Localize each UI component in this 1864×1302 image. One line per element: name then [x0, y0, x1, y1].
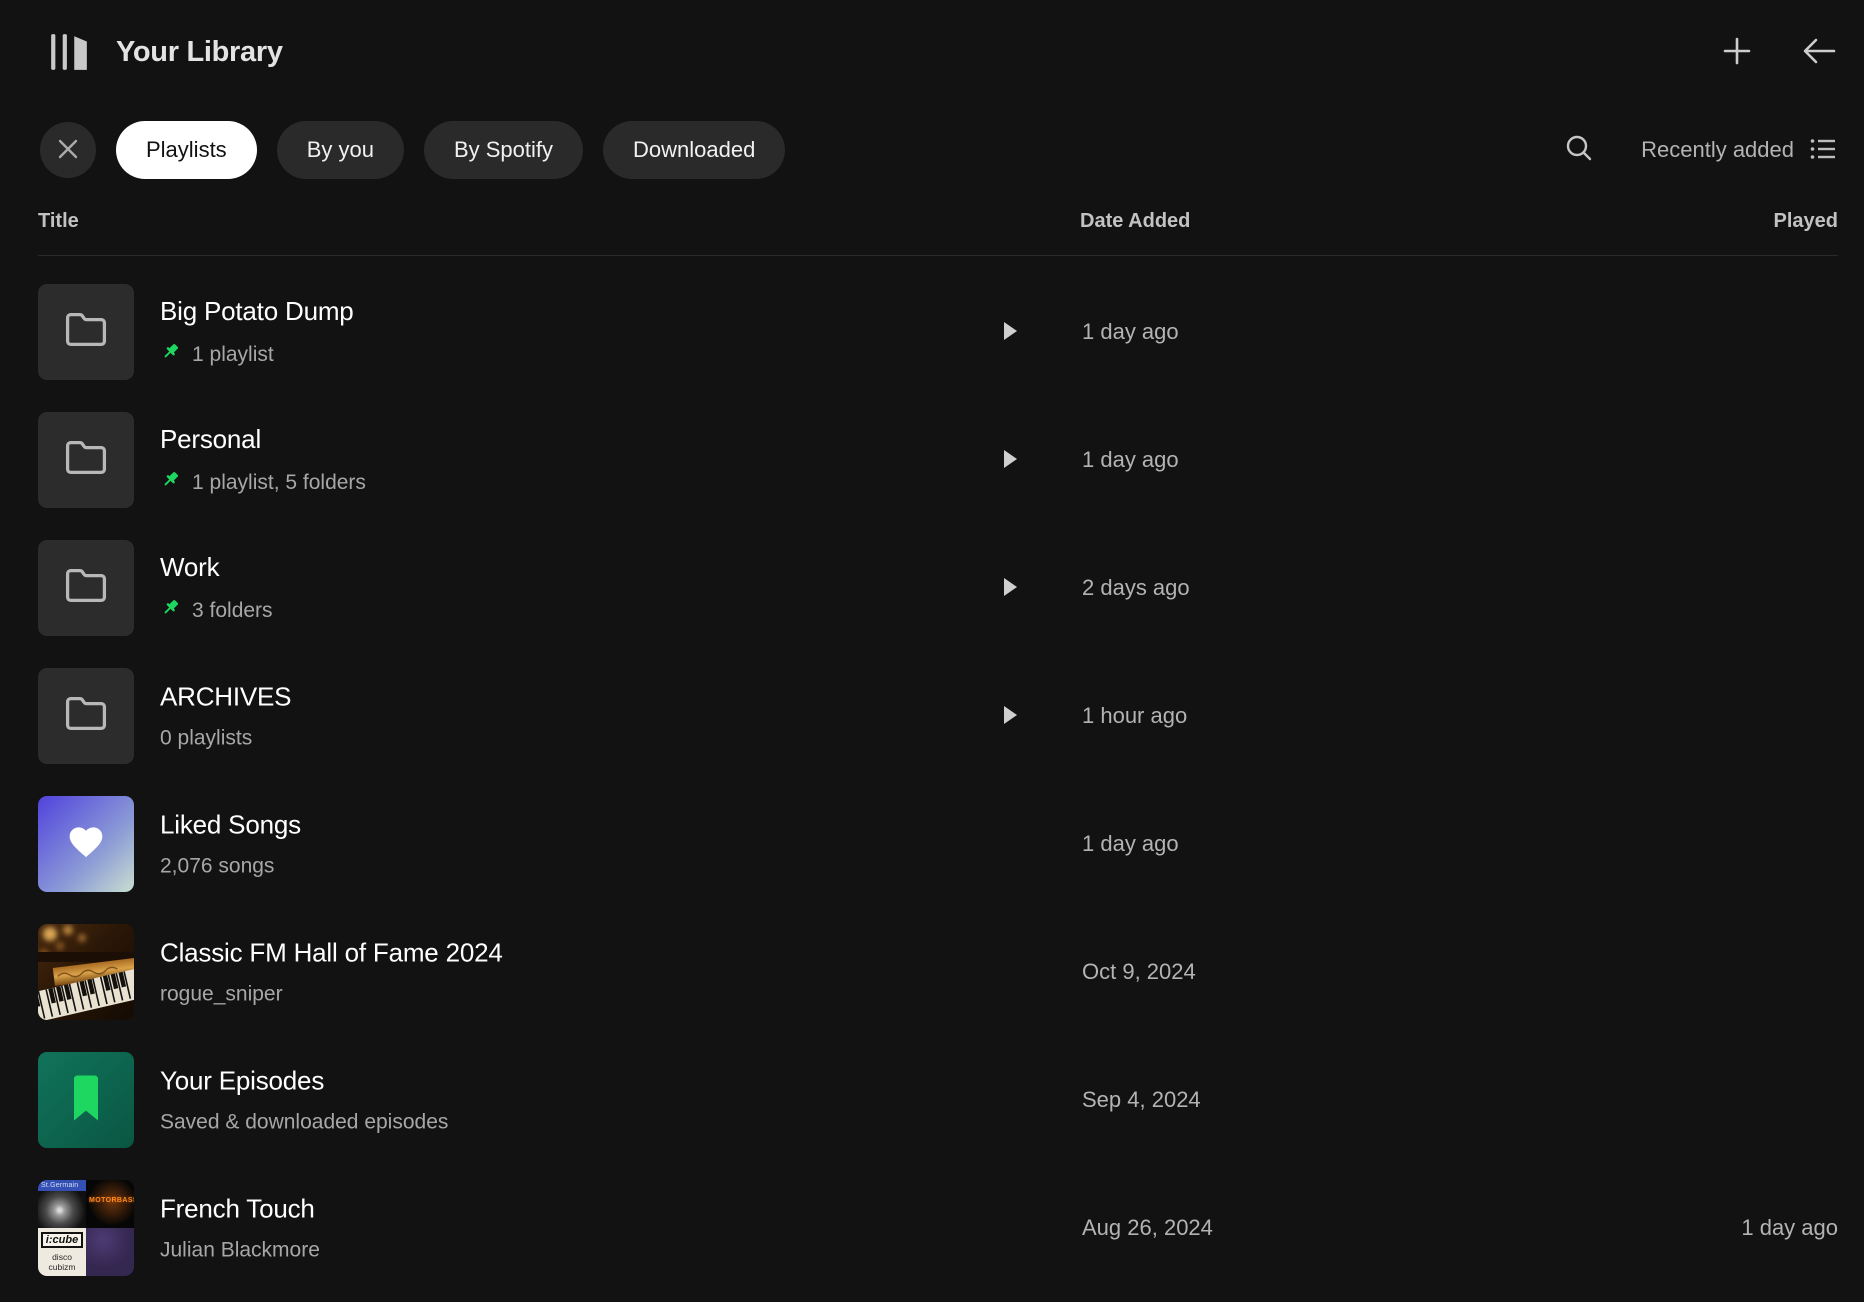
header-actions — [1720, 34, 1838, 71]
sort-order-label[interactable]: Recently added — [1641, 137, 1794, 163]
view-mode-button[interactable] — [1808, 134, 1838, 167]
sort-area: Recently added — [1563, 133, 1838, 168]
date-added-value: Sep 4, 2024 — [1082, 1087, 1201, 1113]
playlist-collage-art: St.Germain MOTORBASS i:cube disco cubizm — [38, 1180, 134, 1276]
item-subtitle: 2,076 songs — [160, 855, 274, 879]
filter-chip-by-spotify[interactable]: By Spotify — [424, 121, 583, 179]
list-item-work[interactable]: Work 3 folders — [0, 524, 1864, 652]
list-view-icon — [1808, 134, 1838, 167]
your-episodes-tile — [38, 1052, 134, 1148]
search-icon — [1563, 133, 1595, 168]
your-library-page: Your Library — [0, 0, 1864, 1302]
item-title: Your Episodes — [160, 1066, 448, 1097]
arrow-left-icon — [1800, 34, 1838, 71]
item-subtitle: rogue_sniper — [160, 983, 283, 1007]
item-title: Personal — [160, 424, 366, 455]
expand-folder-button[interactable] — [996, 574, 1024, 602]
column-header-date-added: Date Added — [1080, 210, 1190, 233]
item-subtitle: Julian Blackmore — [160, 1239, 320, 1263]
list-column-headers: Title Date Added Played — [0, 196, 1864, 256]
clear-filters-button[interactable] — [40, 122, 96, 178]
list-item-classic-fm[interactable]: Classic FM Hall of Fame 2024 rogue_snipe… — [0, 908, 1864, 1036]
library-icon — [48, 31, 90, 73]
list-item-your-episodes[interactable]: Your Episodes Saved & downloaded episode… — [0, 1036, 1864, 1164]
list-item-personal[interactable]: Personal 1 playlist, 5 folders — [0, 396, 1864, 524]
date-added-value: 1 day ago — [1082, 831, 1179, 857]
date-added-value: Oct 9, 2024 — [1082, 959, 1196, 985]
list-item-archives[interactable]: ARCHIVES 0 playlists 1 hour ago — [0, 652, 1864, 780]
folder-icon — [63, 435, 109, 486]
header-bar: Your Library — [0, 0, 1864, 104]
folder-icon — [63, 307, 109, 358]
folder-tile — [38, 412, 134, 508]
close-icon — [56, 137, 80, 164]
caret-right-icon — [1003, 705, 1018, 728]
date-added-value: 1 hour ago — [1082, 703, 1187, 729]
collapse-library-button[interactable] — [1800, 34, 1838, 71]
page-title: Your Library — [116, 36, 283, 69]
liked-songs-tile — [38, 796, 134, 892]
folder-tile — [38, 284, 134, 380]
filter-chip-playlists[interactable]: Playlists — [116, 121, 257, 179]
caret-right-icon — [1003, 449, 1018, 472]
search-library-button[interactable] — [1563, 133, 1595, 168]
date-added-value: 1 day ago — [1082, 447, 1179, 473]
item-subtitle: Saved & downloaded episodes — [160, 1111, 448, 1135]
item-title: Classic FM Hall of Fame 2024 — [160, 938, 503, 969]
pin-icon — [160, 469, 181, 496]
date-added-value: 2 days ago — [1082, 575, 1190, 601]
item-title: Liked Songs — [160, 810, 301, 841]
list-item-french-touch[interactable]: St.Germain MOTORBASS i:cube disco cubizm… — [0, 1164, 1864, 1292]
heart-icon — [66, 822, 106, 867]
caret-right-icon — [1003, 321, 1018, 344]
list-item-big-potato-dump[interactable]: Big Potato Dump 1 playlist — [0, 268, 1864, 396]
create-button[interactable] — [1720, 34, 1754, 71]
pin-icon — [160, 597, 181, 624]
folder-tile — [38, 668, 134, 764]
folder-icon — [63, 563, 109, 614]
filter-bar: Playlists By you By Spotify Downloaded R… — [0, 104, 1864, 196]
playlist-cover-art — [38, 924, 134, 1020]
expand-folder-button[interactable] — [996, 318, 1024, 346]
column-header-played: Played — [1774, 210, 1838, 233]
date-added-value: 1 day ago — [1082, 319, 1179, 345]
pin-icon — [160, 341, 181, 368]
collage-cover-purple — [86, 1228, 134, 1276]
item-title: Big Potato Dump — [160, 296, 354, 327]
list-item-liked-songs[interactable]: Liked Songs 2,076 songs 1 day ago — [0, 780, 1864, 908]
folder-tile — [38, 540, 134, 636]
folder-icon — [63, 691, 109, 742]
collage-cover-st-germain: St.Germain — [38, 1180, 86, 1228]
item-title: French Touch — [160, 1194, 320, 1225]
header-divider — [38, 255, 1838, 256]
item-subtitle: 3 folders — [192, 599, 273, 623]
item-title: ARCHIVES — [160, 682, 291, 713]
date-added-value: Aug 26, 2024 — [1082, 1215, 1213, 1241]
collage-cover-icube: i:cube disco cubizm — [38, 1228, 86, 1276]
item-subtitle: 0 playlists — [160, 727, 252, 751]
played-value: 1 day ago — [1741, 1215, 1838, 1241]
column-header-title: Title — [38, 210, 79, 233]
item-subtitle: 1 playlist — [192, 343, 274, 367]
item-title: Work — [160, 552, 273, 583]
collage-cover-motorbass: MOTORBASS — [86, 1180, 134, 1228]
caret-right-icon — [1003, 577, 1018, 600]
item-subtitle: 1 playlist, 5 folders — [192, 471, 366, 495]
plus-icon — [1720, 34, 1754, 71]
expand-folder-button[interactable] — [996, 446, 1024, 474]
bookmark-icon — [68, 1073, 104, 1128]
expand-folder-button[interactable] — [996, 702, 1024, 730]
library-list: Big Potato Dump 1 playlist — [0, 268, 1864, 1292]
filter-chip-by-you[interactable]: By you — [277, 121, 404, 179]
filter-chip-downloaded[interactable]: Downloaded — [603, 121, 785, 179]
